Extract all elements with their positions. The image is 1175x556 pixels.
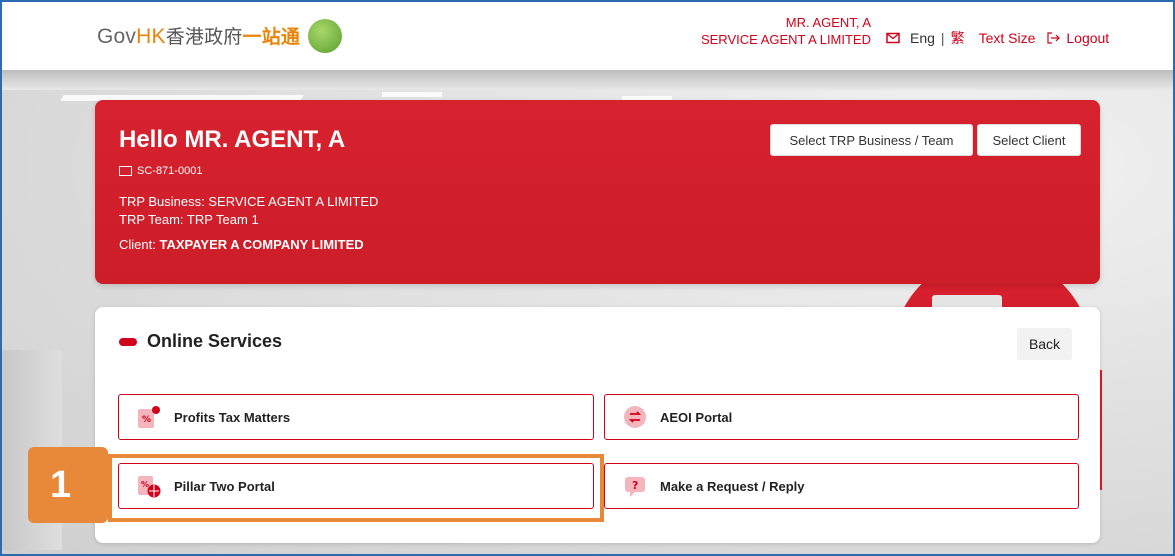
browser-frame: GovHK香港政府一站通 MR. AGENT, A SERVICE AGENT … — [0, 0, 1175, 556]
service-tile-label: AEOI Portal — [660, 409, 733, 425]
question-chat-icon: ? — [625, 477, 645, 497]
select-client-button[interactable]: Select Client — [977, 124, 1081, 156]
online-services-title: Online Services — [147, 331, 283, 351]
user-info: MR. AGENT, A SERVICE AGENT A LIMITED — [701, 14, 871, 48]
agent-id-row: SC-871-0001 — [119, 165, 202, 177]
user-company: SERVICE AGENT A LIMITED — [700, 32, 871, 47]
agent-id: SC-871-0001 — [137, 165, 203, 177]
select-trp-business-team-button[interactable]: Select TRP Business / Team — [770, 124, 973, 156]
logo-cn-text: 香港政府 — [165, 27, 243, 48]
service-tile-make-request[interactable]: ? Make a Request / Reply — [604, 463, 1079, 509]
lang-english-link[interactable]: Eng — [910, 30, 935, 46]
step-callout-number: 1 — [28, 447, 108, 523]
logout-icon[interactable] — [1047, 32, 1061, 44]
greeting-heading: Hello MR. AGENT, A — [119, 126, 346, 153]
govhk-logo[interactable]: GovHK香港政府一站通 — [97, 22, 300, 49]
top-header: GovHK香港政府一站通 MR. AGENT, A SERVICE AGENT … — [2, 2, 1173, 70]
lang-traditional-chinese-link[interactable]: 繁 — [951, 28, 965, 48]
client-name: TAXPAYER A COMPANY LIMITED — [159, 237, 364, 252]
accessibility-badge-icon — [308, 19, 342, 53]
profile-card: Hello MR. AGENT, A SC-871-0001 TRP Busin… — [95, 100, 1100, 284]
client-row: Client: TAXPAYER A COMPANY LIMITED — [119, 237, 364, 252]
user-name: MR. AGENT, A — [785, 15, 871, 30]
trp-team: TRP Team: TRP Team 1 — [119, 212, 259, 227]
logout-link[interactable]: Logout — [1066, 30, 1109, 46]
trp-business: TRP Business: SERVICE AGENT A LIMITED — [119, 194, 379, 209]
service-tile-profits-tax[interactable]: % Profits Tax Matters — [118, 394, 594, 440]
service-tile-aeoi[interactable]: AEOI Portal — [604, 394, 1079, 440]
online-services-heading: Online Services — [119, 331, 282, 352]
logo-cn2-text: 一站通 — [242, 27, 301, 48]
lang-separator: | — [940, 30, 945, 46]
svg-text:%: % — [142, 415, 151, 425]
logo-hk-text: HK — [136, 25, 166, 48]
heading-pill-icon — [119, 337, 137, 346]
aeoi-exchange-icon — [624, 406, 646, 428]
service-tile-label: Make a Request / Reply — [660, 478, 805, 494]
client-label: Client: — [119, 237, 156, 252]
svg-text:?: ? — [632, 479, 638, 492]
monitor-icon — [119, 166, 132, 176]
header-links: Eng | 繁 Text Size Logout — [886, 28, 1109, 48]
mail-icon[interactable] — [886, 32, 900, 44]
profits-tax-icon: % — [138, 406, 160, 428]
service-tile-label: Profits Tax Matters — [174, 409, 291, 425]
step-callout-highlight — [108, 454, 604, 522]
text-size-link[interactable]: Text Size — [979, 30, 1036, 46]
logo-gov-text: Gov — [97, 25, 137, 48]
back-button[interactable]: Back — [1017, 328, 1072, 360]
